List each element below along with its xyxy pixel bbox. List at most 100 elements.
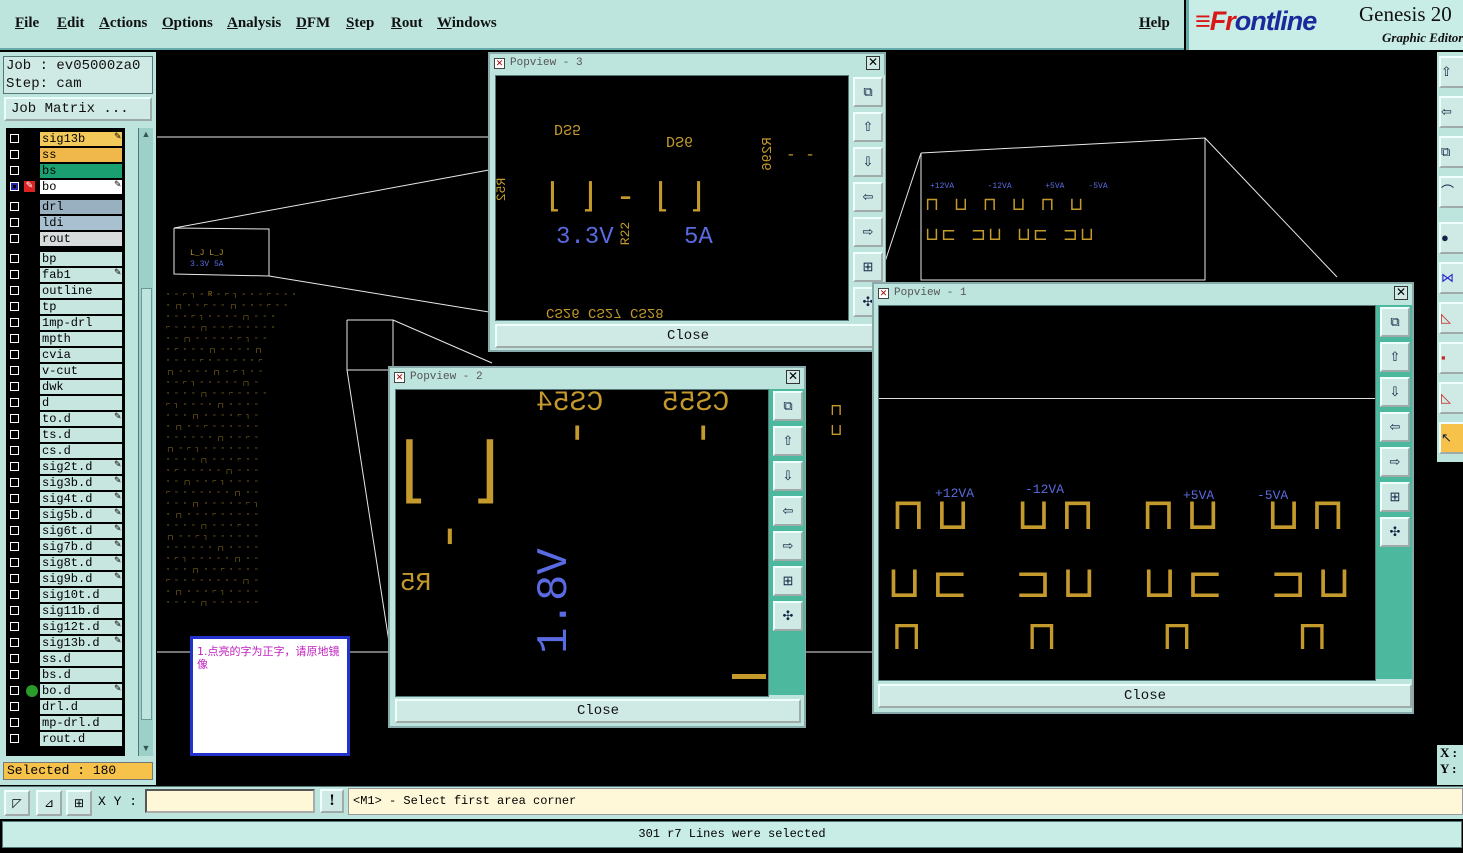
- tool-icon[interactable]: ◺: [1439, 382, 1463, 414]
- layer-name[interactable]: tp: [40, 300, 122, 314]
- layer-name[interactable]: mpth: [40, 332, 122, 346]
- layer-checkbox[interactable]: [10, 670, 19, 679]
- menu-windows[interactable]: Windows: [437, 15, 497, 32]
- layer-checkbox[interactable]: [10, 234, 19, 243]
- layer-name[interactable]: ldi: [40, 216, 122, 230]
- layer-name[interactable]: bo.d: [40, 684, 122, 698]
- pan-right-icon[interactable]: ⇨: [853, 217, 883, 247]
- layer-checkbox[interactable]: [10, 574, 19, 583]
- layer-checkbox[interactable]: [10, 150, 19, 159]
- layer-row[interactable]: bo.d ✎: [6, 684, 125, 699]
- layer-name[interactable]: sig4t.d: [40, 492, 122, 506]
- layer-name[interactable]: sig11b.d: [40, 604, 122, 618]
- zoom-in-icon[interactable]: ⊞: [1380, 482, 1410, 512]
- scroll-thumb[interactable]: [141, 288, 152, 720]
- layer-name[interactable]: sig10t.d: [40, 588, 122, 602]
- layer-checkbox[interactable]: [10, 254, 19, 263]
- layer-row[interactable]: sig9b.d ✎: [6, 572, 125, 587]
- layer-row[interactable]: to.d ✎: [6, 412, 125, 427]
- zoom-fit-icon[interactable]: ⧉: [853, 77, 883, 107]
- layer-row[interactable]: sig5b.d ✎: [6, 508, 125, 523]
- tool-icon[interactable]: ⌒: [1439, 176, 1463, 208]
- layer-checkbox[interactable]: [10, 606, 19, 615]
- layer-checkbox[interactable]: [10, 446, 19, 455]
- layer-checkbox[interactable]: [10, 494, 19, 503]
- tool-icon[interactable]: ⇦: [1439, 96, 1463, 128]
- menu-dfm[interactable]: DFM: [296, 15, 330, 32]
- zoom-out-icon[interactable]: ✣: [1380, 517, 1410, 547]
- layer-checkbox[interactable]: [10, 134, 19, 143]
- layer-checkbox[interactable]: [10, 558, 19, 567]
- layer-row[interactable]: outline: [6, 284, 125, 299]
- tool-icon[interactable]: ⇧: [1439, 56, 1463, 88]
- layer-name[interactable]: bs: [40, 164, 122, 178]
- layer-row[interactable]: sig7b.d ✎: [6, 540, 125, 555]
- layer-checkbox[interactable]: [10, 218, 19, 227]
- layer-checkbox[interactable]: [10, 398, 19, 407]
- measure-icon[interactable]: ⊿: [36, 790, 62, 816]
- zoom-out-icon[interactable]: ✣: [773, 601, 803, 631]
- layer-checkbox[interactable]: [10, 462, 19, 471]
- layer-name[interactable]: bp: [40, 252, 122, 266]
- layer-name[interactable]: dwk: [40, 380, 122, 394]
- layer-checkbox[interactable]: [10, 654, 19, 663]
- scroll-down-arrow[interactable]: ▼: [140, 742, 152, 754]
- layer-row[interactable]: ss.d: [6, 652, 125, 667]
- popview-2-close-icon[interactable]: ✕: [786, 370, 800, 384]
- zoom-area-icon[interactable]: ◸: [4, 790, 30, 816]
- popview-3-close-button[interactable]: Close: [495, 324, 881, 348]
- layer-row[interactable]: sig3b.d ✎: [6, 476, 125, 491]
- layer-name[interactable]: rout.d: [40, 732, 122, 746]
- layer-row[interactable]: drl.d: [6, 700, 125, 715]
- popview-1-close-icon[interactable]: ✕: [1394, 286, 1408, 300]
- tool-icon[interactable]: ▪: [1439, 342, 1463, 374]
- zoom-fit-icon[interactable]: ⧉: [773, 391, 803, 421]
- layer-row[interactable]: drl: [6, 200, 125, 215]
- pan-down-icon[interactable]: ⇩: [853, 147, 883, 177]
- layer-row[interactable]: rout: [6, 232, 125, 247]
- layer-checkbox[interactable]: [10, 718, 19, 727]
- layer-name[interactable]: ss: [40, 148, 122, 162]
- layer-row[interactable]: sig11b.d: [6, 604, 125, 619]
- menu-analysis[interactable]: Analysis: [227, 15, 281, 32]
- tool-icon[interactable]: ●: [1439, 222, 1463, 254]
- layer-name[interactable]: drl: [40, 200, 122, 214]
- pan-up-icon[interactable]: ⇧: [773, 426, 803, 456]
- menu-edit[interactable]: Edit: [57, 15, 85, 32]
- layer-name[interactable]: mp-drl.d: [40, 716, 122, 730]
- layer-row[interactable]: rout.d: [6, 732, 125, 747]
- layer-list-scrollbar[interactable]: ▲ ▼: [138, 128, 153, 756]
- layer-row[interactable]: ldi: [6, 216, 125, 231]
- layer-row[interactable]: sig10t.d: [6, 588, 125, 603]
- tool-icon[interactable]: ⧉: [1439, 136, 1463, 168]
- layer-row[interactable]: ✎ bo ✎: [6, 180, 125, 195]
- layer-checkbox[interactable]: [10, 702, 19, 711]
- layer-row[interactable]: bs: [6, 164, 125, 179]
- layer-name[interactable]: ss.d: [40, 652, 122, 666]
- zoom-fit-icon[interactable]: ⧉: [1380, 307, 1410, 337]
- layer-name[interactable]: drl.d: [40, 700, 122, 714]
- layer-row[interactable]: sig13b.d ✎: [6, 636, 125, 651]
- layer-checkbox[interactable]: [10, 302, 19, 311]
- pan-up-icon[interactable]: ⇧: [853, 112, 883, 142]
- pan-down-icon[interactable]: ⇩: [773, 461, 803, 491]
- mini-map[interactable]: [1437, 462, 1463, 752]
- layer-row[interactable]: sig8t.d ✎: [6, 556, 125, 571]
- layer-checkbox[interactable]: [10, 202, 19, 211]
- grid-icon[interactable]: ⊞: [66, 790, 92, 816]
- layer-name[interactable]: sig5b.d: [40, 508, 122, 522]
- layer-checkbox[interactable]: [10, 510, 19, 519]
- pan-left-icon[interactable]: ⇦: [773, 496, 803, 526]
- tool-icon[interactable]: ◺: [1439, 302, 1463, 334]
- menu-step[interactable]: Step: [346, 15, 374, 32]
- layer-row[interactable]: dwk: [6, 380, 125, 395]
- layer-name[interactable]: v-cut: [40, 364, 122, 378]
- scroll-up-arrow[interactable]: ▲: [140, 128, 152, 140]
- layer-row[interactable]: mp-drl.d: [6, 716, 125, 731]
- layer-checkbox[interactable]: [10, 478, 19, 487]
- zoom-in-icon[interactable]: ⊞: [773, 566, 803, 596]
- layer-name[interactable]: sig3b.d: [40, 476, 122, 490]
- layer-checkbox[interactable]: [10, 334, 19, 343]
- layer-name[interactable]: fab1: [40, 268, 122, 282]
- pan-right-icon[interactable]: ⇨: [1380, 447, 1410, 477]
